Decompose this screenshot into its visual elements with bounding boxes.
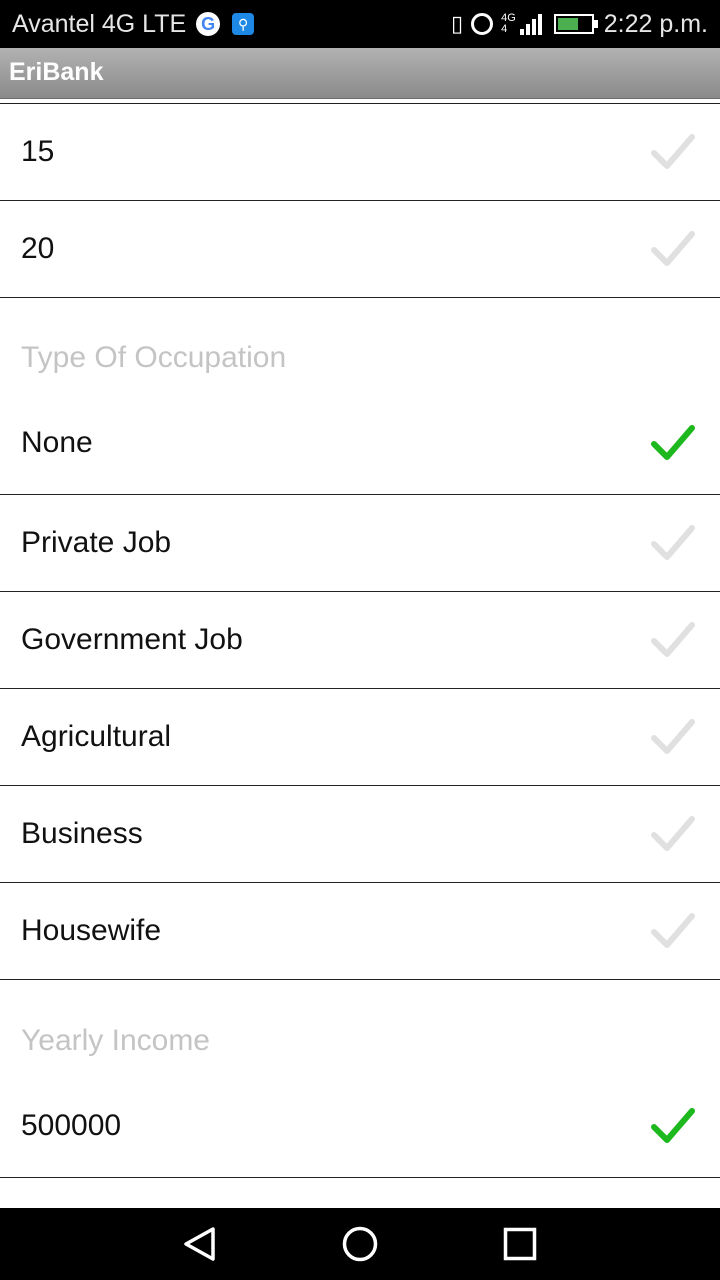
divider (0, 1177, 720, 1178)
list-item-label: Private Job (21, 526, 172, 559)
home-circle-icon[interactable] (340, 1224, 380, 1264)
list-item-none[interactable]: None (0, 395, 720, 491)
list-item-label: 500000 (21, 1109, 122, 1142)
list-item-label: None (21, 426, 93, 459)
list-item-label: 15 (21, 135, 55, 168)
usb-icon: ⚲ (232, 13, 255, 35)
list-item-income-500000[interactable]: 500000 (0, 1078, 720, 1174)
section-header-income: Yearly Income (21, 1024, 210, 1057)
network-type-sublabel: 4 (501, 23, 508, 35)
signal-icon (518, 13, 542, 35)
list-item-label: Housewife (21, 914, 162, 947)
list-item-government-job[interactable]: Government Job (0, 592, 720, 688)
checkmark-icon (651, 525, 695, 560)
divider (0, 979, 720, 980)
clock: 2:22 p.m. (603, 9, 708, 38)
section-header-occupation: Type Of Occupation (21, 341, 287, 374)
recents-square-icon[interactable] (500, 1224, 540, 1264)
vibrate-icon: ▯ (450, 11, 464, 36)
app-bar: EriBank (0, 48, 720, 99)
list-item-private-job[interactable]: Private Job (0, 495, 720, 591)
alarm-icon (471, 13, 494, 35)
back-triangle-icon[interactable] (180, 1224, 220, 1264)
app-title: EriBank (9, 58, 104, 86)
list-item-20[interactable]: 20 (0, 201, 720, 297)
battery-icon (553, 14, 598, 34)
divider (0, 297, 720, 298)
list-item-label: Agricultural (21, 720, 172, 753)
checkmark-icon (651, 425, 695, 460)
status-bar: Avantel 4G LTE G ⚲ ▯ 4G 4 2:22 p.m. (0, 0, 720, 48)
carrier-name: Avantel 4G LTE (12, 9, 187, 38)
checkmark-icon (651, 134, 695, 169)
list-item-business[interactable]: Business (0, 786, 720, 882)
google-icon: G (196, 12, 221, 36)
list-item-housewife[interactable]: Housewife (0, 883, 720, 979)
checkmark-icon (651, 231, 695, 266)
list-item-15[interactable]: 15 (0, 104, 720, 200)
list-item-agricultural[interactable]: Agricultural (0, 689, 720, 785)
list-item-label: 20 (21, 232, 55, 265)
checkmark-icon (651, 719, 695, 754)
network-type-icon: 4G 4 (501, 13, 516, 35)
navigation-bar (0, 1208, 720, 1280)
checkmark-icon (651, 913, 695, 948)
list-item-label: Business (21, 817, 143, 850)
checkmark-icon (651, 1108, 695, 1143)
list-item-label: Government Job (21, 623, 243, 656)
checkmark-icon (651, 622, 695, 657)
checkmark-icon (651, 816, 695, 851)
options-list[interactable]: 15 20 Type Of Occupation None Private Jo… (0, 98, 720, 1208)
